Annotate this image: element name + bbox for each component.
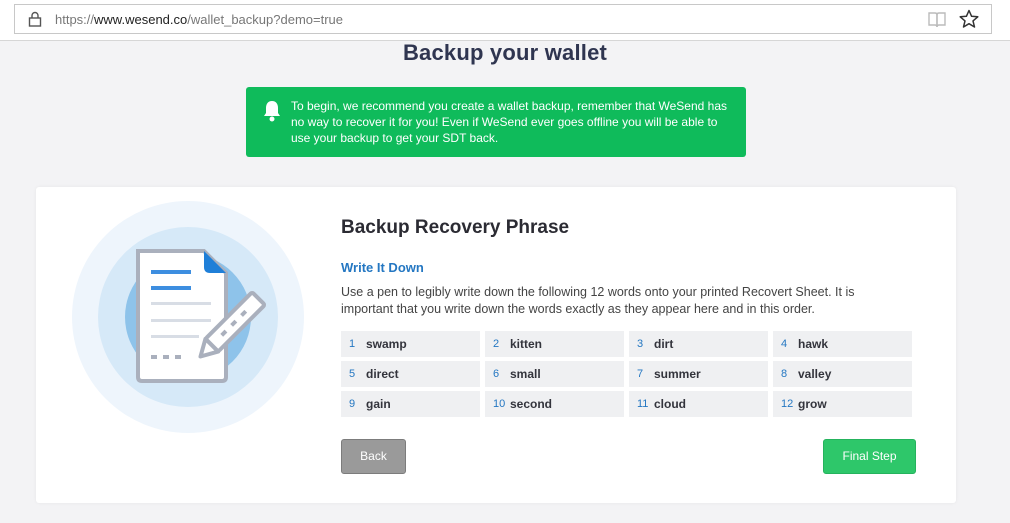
word-item: 11 cloud — [629, 391, 768, 417]
word-number: 10 — [493, 398, 506, 410]
word-number: 1 — [349, 338, 356, 350]
word-item: 1 swamp — [341, 331, 480, 357]
word-item: 3 dirt — [629, 331, 768, 357]
word-item: 9 gain — [341, 391, 480, 417]
word-text: summer — [654, 367, 701, 381]
card-description: Use a pen to legibly write down the foll… — [341, 285, 855, 316]
word-number: 3 — [637, 338, 644, 350]
word-item: 7 summer — [629, 361, 768, 387]
word-text: valley — [798, 367, 832, 381]
word-item: 12 grow — [773, 391, 912, 417]
word-text: cloud — [654, 397, 686, 411]
word-number: 6 — [493, 368, 500, 380]
page-title: Backup your wallet — [402, 40, 608, 65]
word-text: direct — [366, 367, 399, 381]
word-item: 6 small — [485, 361, 624, 387]
card-title: Backup Recovery Phrase — [341, 217, 570, 238]
word-number: 4 — [781, 338, 788, 350]
word-number: 8 — [781, 368, 788, 380]
word-text: swamp — [366, 337, 407, 351]
word-item: 2 kitten — [485, 331, 624, 357]
word-number: 9 — [349, 398, 356, 410]
word-text: hawk — [798, 337, 829, 351]
word-number: 7 — [637, 368, 644, 380]
word-number: 2 — [493, 338, 500, 350]
backup-alert: To begin, we recommend you create a wall… — [246, 87, 746, 157]
word-text: grow — [798, 397, 827, 411]
word-text: kitten — [510, 337, 543, 351]
bell-icon — [262, 99, 282, 128]
word-item: 4 hawk — [773, 331, 912, 357]
word-number: 12 — [781, 398, 794, 410]
favorite-star-icon[interactable] — [959, 9, 979, 34]
word-text: second — [510, 397, 553, 411]
card-subtitle: Write It Down — [341, 260, 424, 275]
document-pen-illustration — [72, 201, 304, 438]
word-text: gain — [366, 397, 391, 411]
reader-view-icon[interactable] — [927, 11, 947, 34]
word-item: 5 direct — [341, 361, 480, 387]
word-number: 11 — [637, 398, 649, 410]
browser-toolbar: https://www.wesend.co/wallet_backup?demo… — [0, 0, 1010, 41]
address-bar[interactable]: https://www.wesend.co/wallet_backup?demo… — [14, 4, 992, 34]
backup-card: Backup Recovery Phrase Write It Down Use… — [36, 187, 956, 503]
final-step-button[interactable]: Final Step — [823, 439, 916, 474]
word-item: 8 valley — [773, 361, 912, 387]
word-item: 10 second — [485, 391, 624, 417]
word-text: small — [510, 367, 541, 381]
recovery-words-grid: 1 swamp 2 kitten 3 dirt 4 hawk 5 direct 6 smal… — [341, 331, 912, 417]
word-text: dirt — [654, 337, 674, 351]
alert-message: To begin, we recommend you create a wall… — [291, 99, 728, 145]
word-number: 5 — [349, 368, 356, 380]
url-text: https://www.wesend.co/wallet_backup?demo… — [55, 12, 343, 27]
lock-icon — [28, 11, 42, 32]
back-button[interactable]: Back — [341, 439, 406, 474]
